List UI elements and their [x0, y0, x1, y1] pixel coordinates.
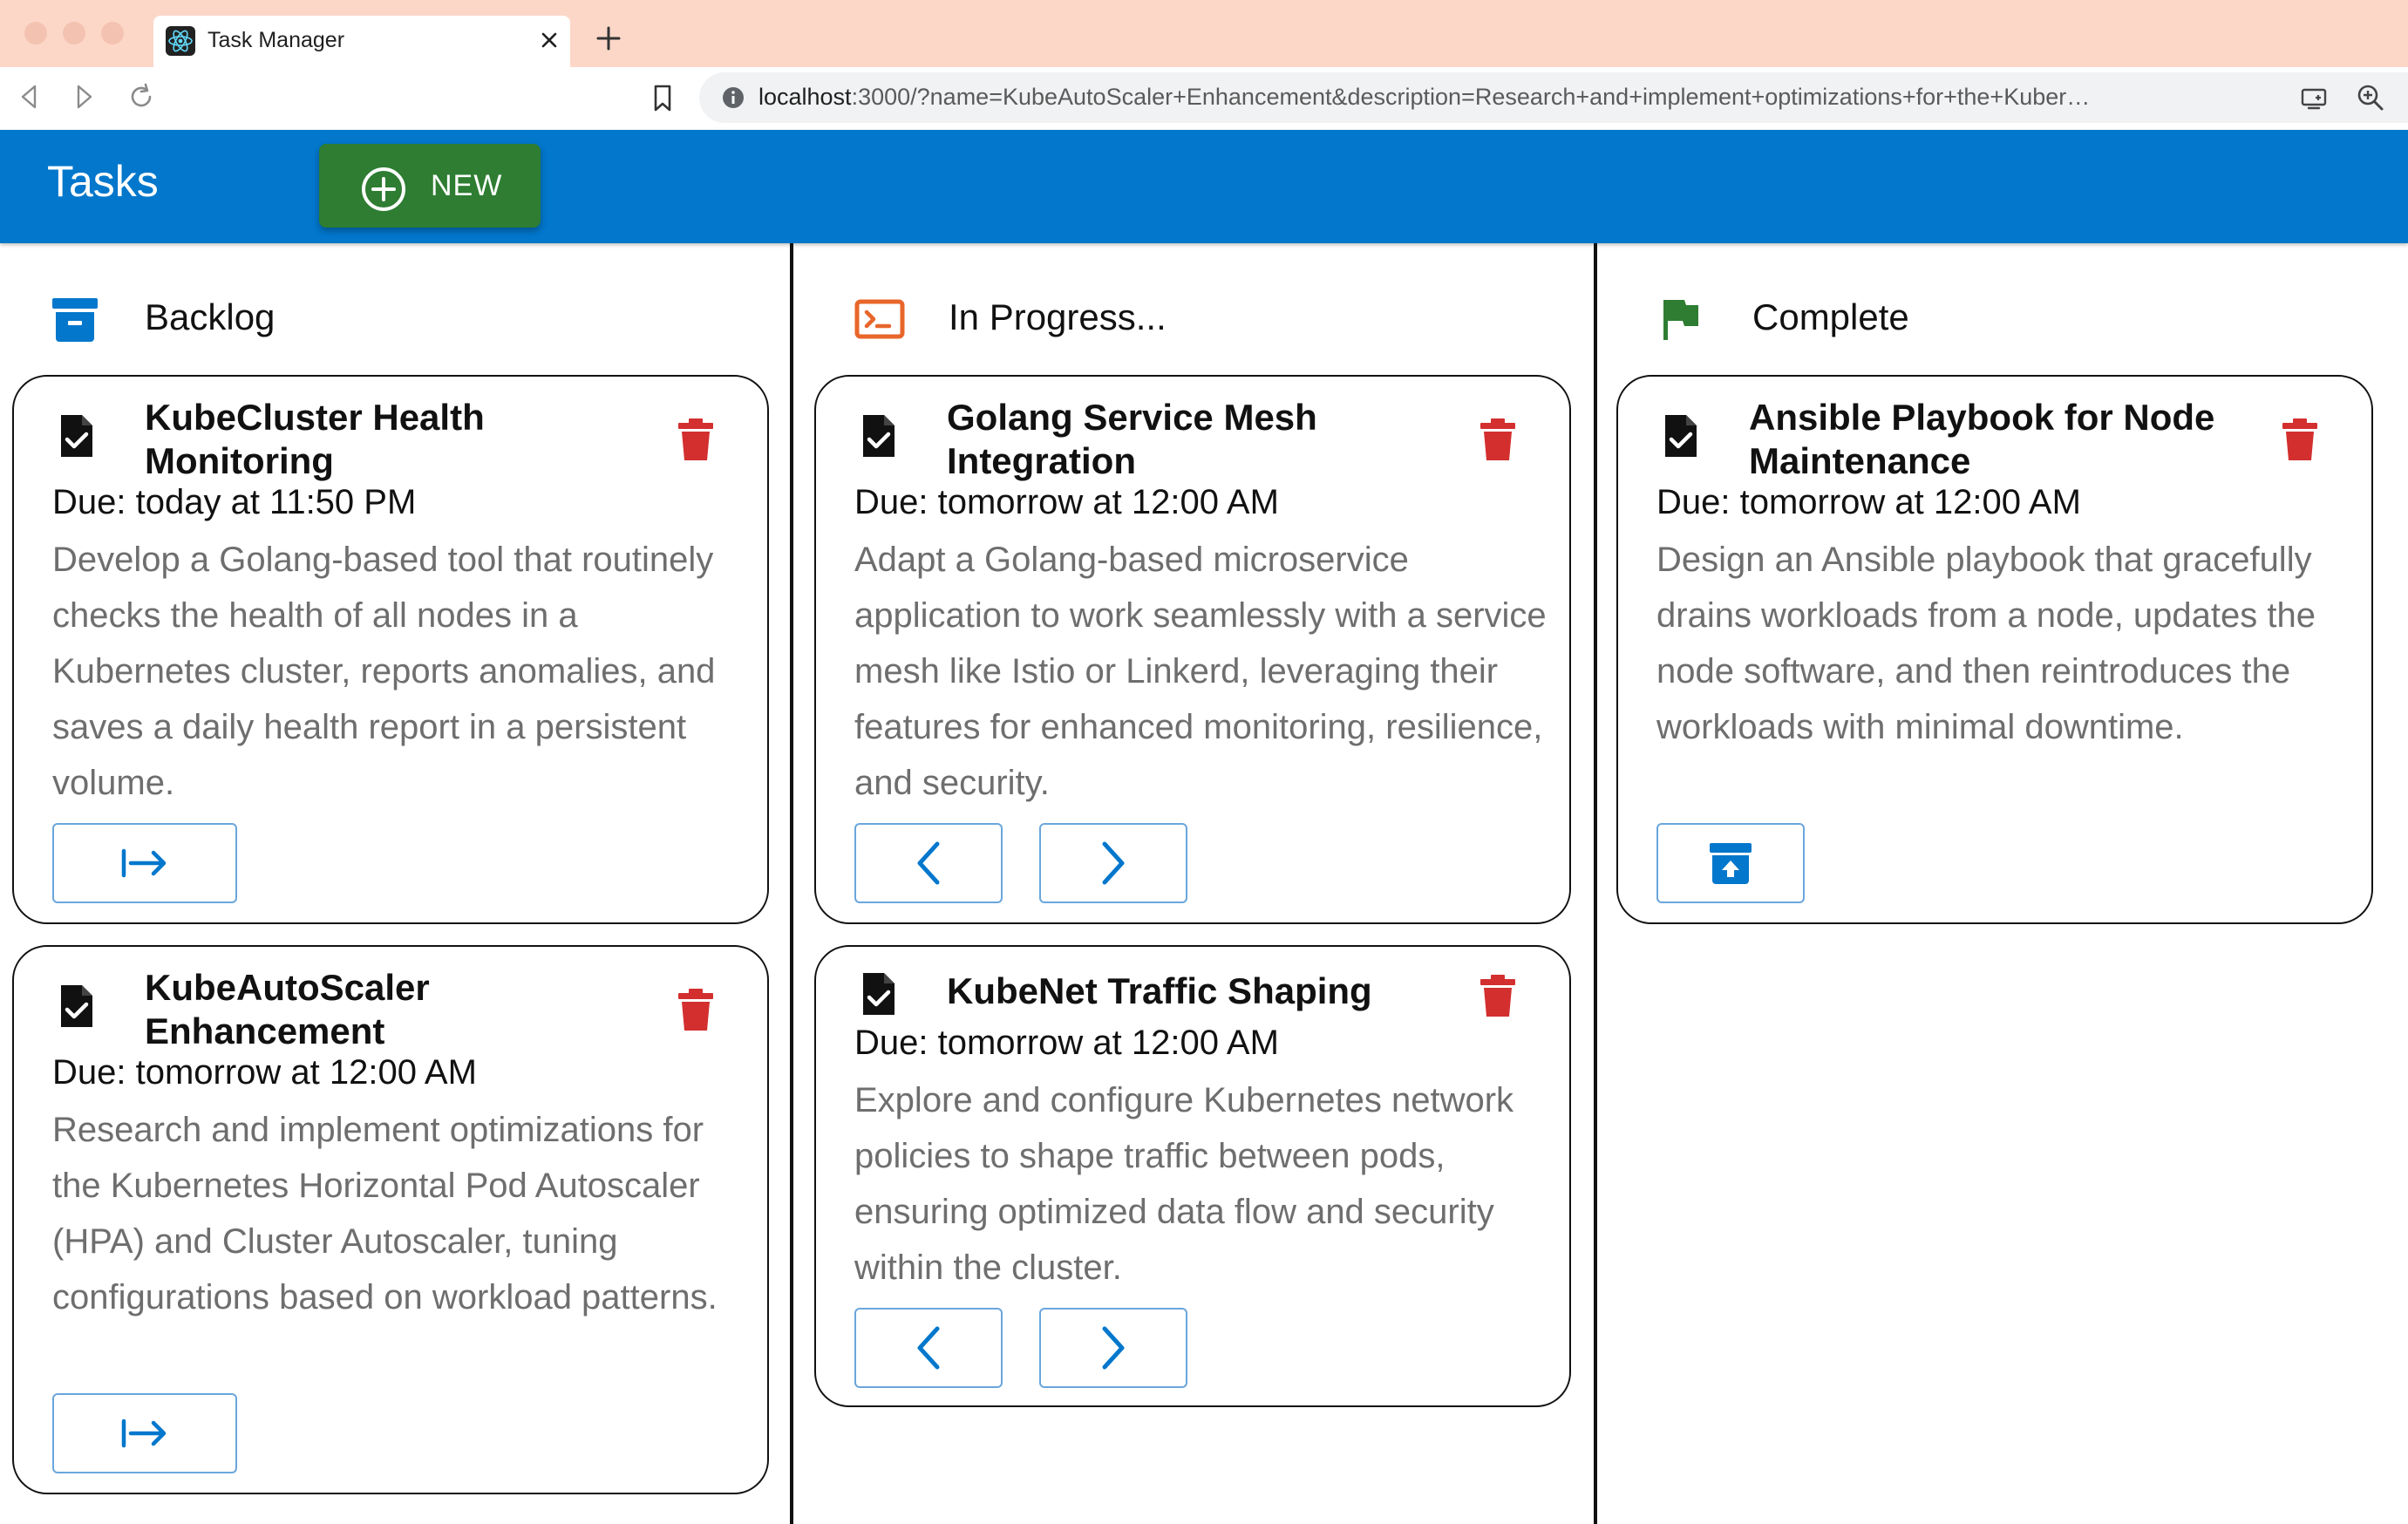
url-text: localhost:3000/?name=KubeAutoScaler+Enha… — [758, 84, 2101, 110]
chevron-right-icon — [1102, 841, 1125, 885]
move-to-progress-icon — [121, 1419, 167, 1448]
window-zoom-dot[interactable] — [101, 22, 124, 44]
task-title: KubeCluster Health Monitoring — [145, 397, 485, 481]
column-title: Backlog — [145, 296, 275, 337]
bookmark-icon[interactable] — [645, 80, 680, 115]
column-title: In Progress... — [949, 296, 1167, 337]
zoom-icon[interactable] — [2356, 83, 2385, 112]
archive-icon — [52, 298, 98, 342]
new-tab-icon[interactable] — [593, 23, 624, 54]
move-right-button[interactable] — [1039, 1308, 1187, 1388]
column-title: Complete — [1752, 296, 1909, 337]
task-description: Explore and configure Kubernetes network… — [854, 1081, 1514, 1287]
move-right-button[interactable] — [1039, 823, 1187, 903]
task-document-icon — [1665, 415, 1697, 457]
move-left-button[interactable] — [854, 1308, 1003, 1388]
column-divider — [1594, 243, 1597, 1524]
unarchive-icon — [1710, 843, 1752, 884]
move-to-progress-icon — [121, 848, 167, 878]
tab-title: Task Manager — [207, 28, 345, 52]
trash-icon[interactable] — [677, 415, 715, 464]
task-card: Golang Service Mesh Integration Due: tom… — [814, 375, 1571, 924]
task-due: Due: tomorrow at 12:00 AM — [1656, 483, 2081, 521]
task-document-icon — [61, 985, 92, 1027]
task-document-icon — [863, 415, 894, 457]
close-tab-icon[interactable] — [534, 24, 565, 56]
trash-icon[interactable] — [2281, 415, 2319, 464]
task-due: Due: tomorrow at 12:00 AM — [854, 1024, 1279, 1062]
trash-icon[interactable] — [1479, 415, 1517, 464]
browser-toolbar: localhost:3000/?name=KubeAutoScaler+Enha… — [0, 67, 2408, 130]
task-due: Due: tomorrow at 12:00 AM — [854, 483, 1279, 521]
task-title: KubeAutoScaler Enhancement — [145, 967, 430, 1051]
task-description: Design an Ansible playbook that graceful… — [1656, 541, 2316, 746]
window-close-dot[interactable] — [24, 22, 47, 44]
app-header: Tasks NEW — [0, 130, 2408, 243]
task-title: Ansible Playbook for Node Maintenance — [1749, 397, 2215, 481]
new-task-button[interactable]: NEW — [319, 144, 541, 228]
browser-tab-bar: Task Manager — [0, 0, 2408, 67]
react-favicon-icon — [166, 26, 195, 56]
browser-tab[interactable]: Task Manager — [153, 16, 570, 67]
back-icon[interactable] — [12, 79, 47, 114]
forward-icon[interactable] — [66, 79, 101, 114]
page-title: Tasks — [47, 157, 159, 206]
install-app-icon[interactable] — [2300, 85, 2330, 112]
task-card: KubeAutoScaler Enhancement Due: tomorrow… — [12, 945, 769, 1494]
task-card: Ansible Playbook for Node Maintenance Du… — [1616, 375, 2373, 924]
task-card: KubeCluster Health Monitoring Due: today… — [12, 375, 769, 924]
task-due: Due: today at 11:50 PM — [52, 483, 417, 521]
trash-icon[interactable] — [1479, 971, 1517, 1020]
trash-icon[interactable] — [677, 985, 715, 1034]
task-description: Adapt a Golang-based microservice applic… — [854, 541, 1547, 802]
column-divider — [790, 243, 793, 1524]
move-to-progress-button[interactable] — [52, 1393, 237, 1473]
task-title: Golang Service Mesh Integration — [947, 397, 1317, 481]
task-card: KubeNet Traffic Shaping Due: tomorrow at… — [814, 945, 1571, 1407]
task-description: Research and implement optimizations for… — [52, 1111, 718, 1316]
move-to-progress-button[interactable] — [52, 823, 237, 903]
chevron-left-icon — [917, 1326, 940, 1370]
window-minimize-dot[interactable] — [63, 22, 85, 44]
task-due: Due: tomorrow at 12:00 AM — [52, 1053, 477, 1092]
flag-icon — [1663, 300, 1698, 340]
task-document-icon — [61, 415, 92, 457]
task-document-icon — [863, 973, 894, 1015]
add-circle-icon — [362, 167, 405, 211]
task-title: KubeNet Traffic Shaping — [947, 970, 1372, 1011]
terminal-icon — [854, 299, 905, 339]
task-description: Develop a Golang-based tool that routine… — [52, 541, 716, 802]
chevron-right-icon — [1102, 1326, 1125, 1370]
move-left-button[interactable] — [854, 823, 1003, 903]
chevron-left-icon — [917, 841, 940, 885]
new-button-label: NEW — [431, 169, 503, 202]
address-bar[interactable]: localhost:3000/?name=KubeAutoScaler+Enha… — [699, 72, 2408, 123]
reload-icon[interactable] — [124, 79, 159, 114]
unarchive-button[interactable] — [1656, 823, 1805, 903]
site-info-icon[interactable] — [720, 85, 746, 111]
